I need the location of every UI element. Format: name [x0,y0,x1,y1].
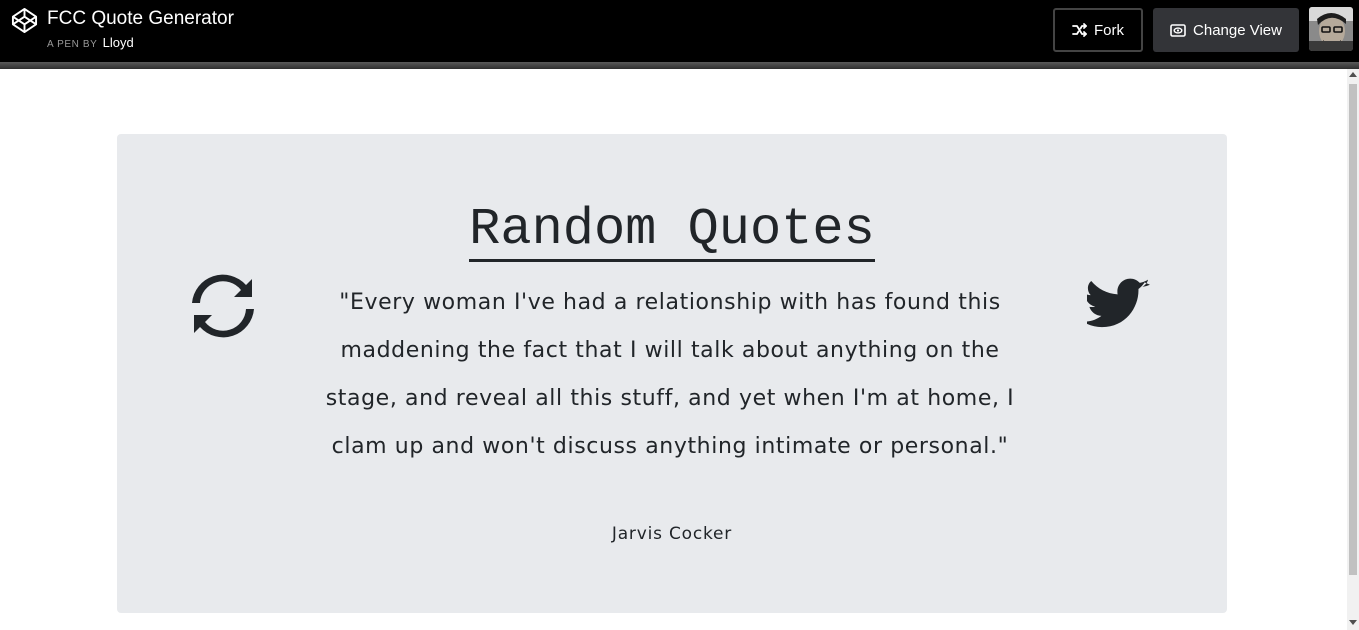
quote-card: Random Quotes "Every woman I've had a re… [117,134,1227,613]
twitter-icon [1082,278,1150,328]
byline-prefix: A PEN BY [47,39,98,50]
vertical-scrollbar[interactable] [1347,69,1359,630]
page-title: Random Quotes [117,200,1227,262]
page-title-text: Random Quotes [469,200,875,262]
user-avatar[interactable] [1309,7,1353,51]
scroll-down-arrow-icon[interactable] [1349,620,1357,625]
scroll-up-arrow-icon[interactable] [1349,72,1357,77]
change-view-button-label: Change View [1193,21,1282,39]
change-view-icon [1170,23,1186,37]
author-link[interactable]: Lloyd [103,35,134,50]
fork-button-label: Fork [1094,21,1124,39]
change-view-button[interactable]: Change View [1153,8,1299,52]
fork-button[interactable]: Fork [1053,8,1143,52]
tweet-quote-button[interactable] [1082,277,1151,333]
pen-title: FCC Quote Generator [47,8,234,29]
fork-icon [1072,23,1087,37]
new-quote-button[interactable] [190,273,256,339]
codepen-logo-icon[interactable] [11,7,38,34]
pen-byline: A PEN BY Lloyd [47,36,134,52]
refresh-icon [192,274,254,338]
header-divider [0,62,1359,69]
codepen-header: FCC Quote Generator A PEN BY Lloyd Fork … [0,0,1359,62]
scroll-thumb[interactable] [1349,84,1357,575]
quote-text: "Every woman I've had a relationship wit… [325,290,1015,459]
quote-author: Jarvis Cocker [611,524,733,544]
